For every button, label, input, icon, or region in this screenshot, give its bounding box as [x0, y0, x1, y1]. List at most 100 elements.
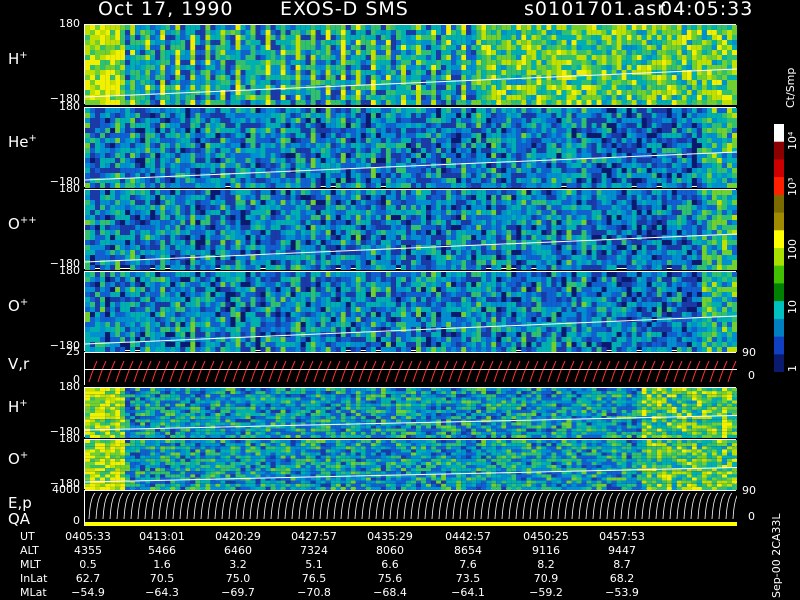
heatmap-cell — [626, 55, 632, 60]
heatmap-cell — [380, 260, 386, 265]
heatmap-cell — [406, 85, 411, 90]
heatmap-cell — [220, 158, 226, 163]
heatmap-cell — [340, 205, 346, 210]
heatmap-cell — [556, 70, 562, 75]
heatmap-cell — [180, 215, 186, 220]
heatmap-cell — [260, 235, 266, 240]
heatmap-cell — [401, 143, 406, 148]
heatmap-cell — [451, 153, 457, 158]
heatmap-cell — [401, 225, 406, 230]
heatmap-cell — [245, 100, 251, 105]
heatmap-cell — [561, 138, 567, 143]
heatmap-cell — [195, 210, 201, 215]
heatmap-cell — [110, 153, 116, 158]
heatmap-cell — [586, 85, 592, 90]
heatmap-cell — [456, 45, 462, 50]
heatmap-cell — [360, 85, 366, 90]
heatmap-cell — [155, 55, 161, 60]
heatmap-cell — [305, 220, 311, 225]
heatmap-cell — [536, 100, 542, 105]
heatmap-cell — [511, 70, 517, 75]
heatmap-cell — [531, 45, 537, 50]
heatmap-cell — [390, 30, 396, 35]
heatmap-cell — [295, 190, 301, 195]
heatmap-cell — [641, 108, 647, 113]
heatmap-cell — [290, 260, 296, 265]
heatmap-cell — [165, 50, 171, 55]
heatmap-cell — [521, 113, 527, 118]
heatmap-cell — [215, 100, 221, 105]
heatmap-cell — [451, 30, 457, 35]
heatmap-cell — [646, 183, 652, 188]
heatmap-cell — [160, 225, 166, 230]
heatmap-cell — [671, 75, 677, 80]
heatmap-cell — [270, 215, 276, 220]
heatmap-cell — [310, 25, 316, 30]
heatmap-cell — [90, 235, 95, 240]
heatmap-cell — [406, 133, 411, 138]
heatmap-cell — [496, 60, 502, 65]
heatmap-cell — [110, 45, 116, 50]
heatmap-cell — [496, 138, 502, 143]
heatmap-cell — [335, 183, 341, 188]
heatmap-cell — [626, 80, 632, 85]
heatmap-cell — [285, 265, 291, 270]
heatmap-cell — [365, 255, 371, 260]
heatmap-cell — [536, 30, 542, 35]
heatmap-cell — [421, 25, 426, 30]
heatmap-cell — [531, 70, 537, 75]
heatmap-cell — [411, 65, 416, 70]
heatmap-cell — [335, 30, 341, 35]
heatmap-cell — [175, 55, 181, 60]
heatmap-cell — [200, 153, 206, 158]
heatmap-cell — [195, 80, 201, 85]
heatmap-cell — [195, 113, 201, 118]
heatmap-cell — [275, 118, 281, 123]
heatmap-cell — [250, 255, 256, 260]
heatmap-cell — [666, 50, 672, 55]
heatmap-cell — [501, 138, 507, 143]
heatmap-h-plus-1 — [85, 25, 737, 105]
heatmap-cell — [355, 138, 361, 143]
heatmap-cell — [616, 128, 622, 133]
heatmap-cell — [340, 75, 346, 80]
heatmap-cell — [401, 240, 406, 245]
heatmap-cell — [325, 123, 331, 128]
heatmap-cell — [215, 220, 221, 225]
heatmap-cell — [205, 30, 211, 35]
heatmap-cell — [716, 60, 722, 65]
heatmap-cell — [210, 143, 216, 148]
heatmap-cell — [295, 118, 301, 123]
heatmap-cell — [732, 133, 737, 138]
heatmap-cell — [130, 173, 136, 178]
heatmap-cell — [245, 225, 251, 230]
heatmap-cell — [120, 255, 126, 260]
heatmap-cell — [661, 40, 667, 45]
heatmap-cell — [355, 100, 361, 105]
heatmap-cell — [250, 75, 256, 80]
heatmap-cell — [155, 138, 161, 143]
heatmap-cell — [100, 25, 105, 30]
heatmap-cell — [380, 240, 386, 245]
heatmap-cell — [345, 245, 351, 250]
heatmap-cell — [385, 158, 391, 163]
heatmap-cell — [706, 60, 712, 65]
heatmap-cell — [110, 138, 116, 143]
heatmap-cell — [385, 148, 391, 153]
heatmap-cell — [466, 60, 472, 65]
heatmap-cell — [130, 200, 136, 205]
heatmap-cell — [105, 123, 111, 128]
heatmap-cell — [135, 60, 141, 65]
heatmap-cell — [195, 123, 201, 128]
heatmap-cell — [280, 265, 286, 270]
heatmap-cell — [561, 128, 567, 133]
heatmap-cell — [170, 250, 176, 255]
heatmap-cell — [205, 210, 211, 215]
heatmap-cell — [175, 45, 181, 50]
heatmap-cell — [676, 113, 682, 118]
heatmap-cell — [190, 205, 196, 210]
heatmap-cell — [451, 108, 457, 113]
heatmap-cell — [375, 190, 381, 195]
heatmap-cell — [205, 143, 211, 148]
heatmap-cell — [576, 95, 582, 100]
